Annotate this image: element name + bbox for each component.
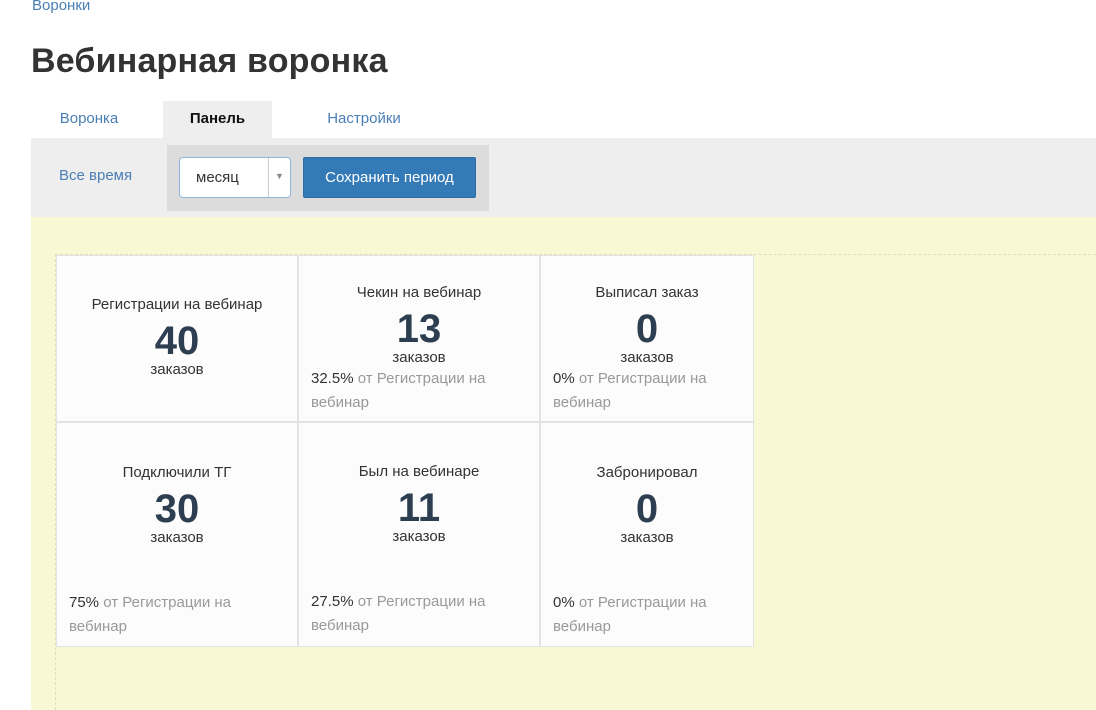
metric-card-booked: Забронировал 0 заказов 0% от Регистрации…	[540, 422, 754, 647]
metric-card-checkin: Чекин на вебинар 13 заказов 32.5% от Рег…	[298, 255, 540, 422]
metric-conversion-percent: 0%	[553, 594, 575, 611]
tab-panel[interactable]: Панель	[163, 101, 272, 138]
metric-card-tg-connected: Подключили ТГ 30 заказов 75% от Регистра…	[56, 422, 298, 647]
select-divider	[268, 158, 269, 197]
caret-down-icon: ▼	[275, 171, 284, 181]
period-select-value: месяц	[196, 169, 239, 186]
metric-card-order-issued: Выписал заказ 0 заказов 0% от Регистраци…	[540, 255, 754, 422]
metric-card-registrations: Регистрации на вебинар 40 заказов	[56, 255, 298, 422]
metric-conversion-note: 32.5% от Регистрации на вебинар	[311, 367, 521, 415]
metric-conversion-percent: 0%	[553, 370, 575, 387]
metric-title: Забронировал	[596, 464, 698, 481]
metric-conversion-percent: 32.5%	[311, 370, 354, 387]
metric-unit: заказов	[620, 529, 674, 546]
metric-conversion-percent: 27.5%	[311, 593, 354, 610]
metric-title: Был на вебинаре	[358, 463, 480, 480]
metric-conversion-note: 0% от Регистрации на вебинар	[553, 367, 743, 415]
metric-value: 40	[154, 319, 200, 363]
metric-value: 0	[635, 307, 659, 351]
metric-conversion-label: от Регистрации на вебинар	[553, 594, 707, 635]
metric-unit: заказов	[620, 349, 674, 366]
page-title: Вебинарная воронка	[31, 42, 388, 80]
metric-title: Чекин на вебинар	[356, 284, 482, 301]
metric-conversion-note: 27.5% от Регистрации на вебинар	[311, 590, 521, 638]
metric-unit: заказов	[392, 528, 446, 545]
save-period-button[interactable]: Сохранить период	[303, 157, 476, 198]
period-filter-bar: Все время месяц ▼ Сохранить период	[31, 138, 1096, 217]
tab-settings[interactable]: Настройки	[289, 101, 439, 138]
metric-conversion-percent: 75%	[69, 594, 100, 611]
breadcrumb-funnels-link[interactable]: Воронки	[32, 0, 90, 14]
tabs-bar: Воронка Панель Настройки	[31, 101, 439, 138]
metric-unit: заказов	[150, 361, 204, 378]
tab-funnel[interactable]: Воронка	[31, 101, 145, 138]
all-time-link[interactable]: Все время	[59, 167, 132, 184]
metric-unit: заказов	[150, 529, 204, 546]
metric-conversion-note: 0% от Регистрации на вебинар	[553, 591, 743, 639]
metric-title: Регистрации на вебинар	[91, 296, 263, 313]
metric-title: Подключили ТГ	[122, 464, 232, 481]
metric-conversion-note: 75% от Регистрации на вебинар	[69, 591, 279, 639]
metric-unit: заказов	[392, 349, 446, 366]
metric-card-attended: Был на вебинаре 11 заказов 27.5% от Реги…	[298, 422, 540, 647]
metric-value: 30	[154, 487, 200, 531]
metric-value: 11	[397, 486, 441, 530]
metric-value: 13	[396, 307, 442, 351]
metric-value: 0	[635, 487, 659, 531]
period-selector-group: месяц ▼ Сохранить период	[167, 145, 489, 211]
metric-conversion-label: от Регистрации на вебинар	[553, 370, 707, 411]
dashboard-area: Регистрации на вебинар 40 заказов Чекин …	[31, 217, 1096, 710]
metric-title: Выписал заказ	[595, 284, 699, 301]
period-select[interactable]: месяц ▼	[179, 157, 291, 198]
dashboard-grid: Регистрации на вебинар 40 заказов Чекин …	[55, 254, 1096, 710]
